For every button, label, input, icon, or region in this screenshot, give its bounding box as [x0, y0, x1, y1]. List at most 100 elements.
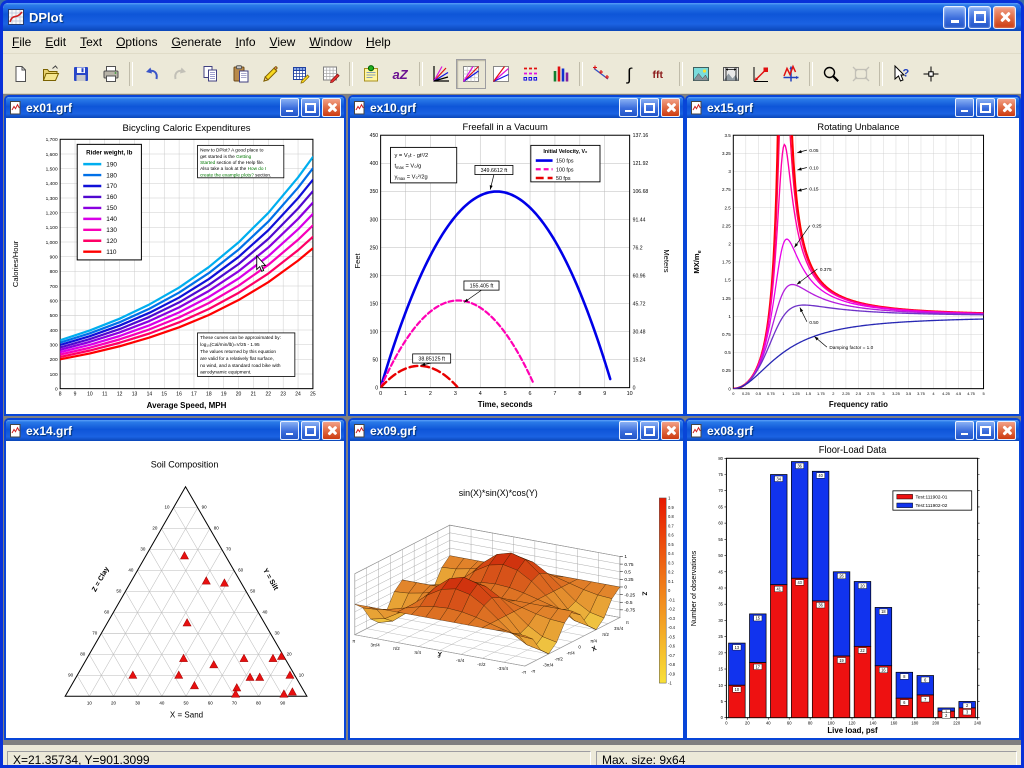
child-titlebar-ex14[interactable]: ex14.grf	[6, 420, 344, 441]
zoom-button[interactable]	[816, 59, 846, 89]
svg-text:120: 120	[849, 720, 857, 725]
text-fonts-button[interactable]: aZ	[386, 59, 416, 89]
child-close-button[interactable]	[997, 98, 1016, 117]
svg-text:3.5: 3.5	[906, 391, 912, 396]
menu-window[interactable]: Window	[302, 32, 359, 52]
ex15-chart[interactable]: Rotating Unbalance 0 0.25 0.5 0.75 1 1.25 1.5 1.…	[687, 118, 1019, 414]
child-maximize-button[interactable]	[976, 98, 995, 117]
menu-text[interactable]: Text	[73, 32, 109, 52]
child-maximize-button[interactable]	[640, 421, 659, 440]
child-maximize-button[interactable]	[976, 421, 995, 440]
image-button[interactable]	[686, 59, 716, 89]
ex10-chart[interactable]: Freefall in a Vacuum0 1 2 3 4 5 6 7 8 9 1005010015…	[350, 118, 683, 414]
context-help-button[interactable]: ?	[886, 59, 916, 89]
svg-text:0.5: 0.5	[624, 569, 631, 575]
child-close-button[interactable]	[997, 421, 1016, 440]
edit-table-button[interactable]	[286, 59, 316, 89]
integral-button[interactable]: ∫	[616, 59, 646, 89]
svg-text:2.75: 2.75	[722, 187, 731, 192]
titlebar[interactable]: DPlot	[3, 3, 1021, 31]
child-titlebar-ex15[interactable]: ex15.grf	[687, 97, 1019, 118]
ex01-chart[interactable]: Bicycling Caloric Expenditures 8 9 10 11 12 13…	[6, 118, 344, 414]
edit-pencil-button[interactable]	[256, 59, 286, 89]
swap-axes-button[interactable]	[776, 59, 806, 89]
svg-text:20: 20	[860, 583, 865, 588]
svg-text:0.75: 0.75	[767, 391, 775, 396]
edit-points-button[interactable]	[746, 59, 776, 89]
svg-text:22: 22	[860, 648, 865, 653]
child-close-button[interactable]	[322, 421, 341, 440]
print-button[interactable]	[96, 59, 126, 89]
child-minimize-button[interactable]	[280, 98, 299, 117]
menu-edit[interactable]: Edit	[38, 32, 73, 52]
curve-points-button[interactable]	[586, 59, 616, 89]
open-file-icon	[42, 64, 60, 81]
fft-button[interactable]: fft	[646, 59, 676, 89]
svg-text:1,400: 1,400	[46, 181, 58, 187]
child-minimize-button[interactable]	[619, 98, 638, 117]
menu-file[interactable]: File	[5, 32, 38, 52]
plot-grid-button[interactable]	[456, 58, 486, 89]
svg-text:2.25: 2.25	[722, 223, 731, 228]
svg-text:-0.5: -0.5	[668, 634, 676, 639]
new-file-button[interactable]	[6, 59, 36, 89]
child-maximize-button[interactable]	[301, 98, 320, 117]
child-titlebar-ex01[interactable]: ex01.grf	[6, 97, 344, 118]
ex14-chart[interactable]: Soil Composition 10 10 10 20 20 20 30 30 30 40 40 40…	[6, 441, 344, 738]
svg-text:10: 10	[299, 672, 304, 677]
child-maximize-button[interactable]	[301, 421, 320, 440]
child-minimize-button[interactable]	[955, 421, 974, 440]
image-measure-button[interactable]	[716, 59, 746, 89]
maximize-button[interactable]	[968, 5, 991, 29]
svg-text:-3π/4: -3π/4	[543, 663, 554, 668]
menu-bar: File Edit Text Options Generate Info View Windo…	[3, 31, 1021, 54]
menu-generate[interactable]: Generate	[164, 32, 228, 52]
note-button[interactable]	[356, 59, 386, 89]
menu-options[interactable]: Options	[109, 32, 164, 52]
plot-linear-button[interactable]	[426, 59, 456, 89]
crosshair-button[interactable]	[916, 59, 946, 89]
status-coordinates: X=21.35734, Y=901.3099	[7, 750, 591, 765]
plot-linear-icon	[433, 65, 449, 82]
svg-text:-3π/4: -3π/4	[497, 666, 508, 671]
svg-text:50: 50	[184, 700, 189, 705]
child-close-button[interactable]	[661, 421, 680, 440]
menu-info[interactable]: Info	[229, 32, 263, 52]
undo-button[interactable]	[136, 59, 166, 89]
plot-bars-button[interactable]	[546, 59, 576, 89]
minimize-icon	[950, 19, 959, 23]
ex08-chart[interactable]: Floor-Load Data 0 5 10 15 20 25 30 35 40 45 50 55 60 6…	[687, 441, 1019, 738]
minimize-button[interactable]	[943, 5, 966, 29]
child-maximize-button[interactable]	[640, 98, 659, 117]
svg-text:4.25: 4.25	[942, 391, 950, 396]
child-close-button[interactable]	[322, 98, 341, 117]
save-file-button[interactable]	[66, 59, 96, 89]
svg-text:200: 200	[370, 273, 379, 279]
svg-text:2.75: 2.75	[867, 391, 875, 396]
close-button[interactable]	[993, 5, 1016, 29]
edit-grid-button[interactable]	[316, 59, 346, 89]
open-file-button[interactable]	[36, 59, 66, 89]
menu-view[interactable]: View	[263, 32, 303, 52]
svg-text:43: 43	[797, 580, 802, 585]
plot-dotted-button[interactable]	[516, 59, 546, 89]
child-minimize-button[interactable]	[955, 98, 974, 117]
ex09-chart[interactable]: sin(X)*sin(X)*cos(Y)10.750.50.250-0.25-0…	[350, 441, 683, 738]
menu-help[interactable]: Help	[359, 32, 398, 52]
minimize-icon	[625, 433, 632, 435]
child-titlebar-ex10[interactable]: ex10.grf	[350, 97, 683, 118]
child-minimize-button[interactable]	[280, 421, 299, 440]
svg-text:80: 80	[808, 720, 813, 725]
svg-text:-π/4: -π/4	[456, 658, 465, 663]
plot-multiple-button[interactable]	[486, 59, 516, 89]
svg-text:π: π	[626, 620, 629, 625]
child-close-button[interactable]	[661, 98, 680, 117]
copy-button[interactable]	[196, 59, 226, 89]
svg-text:30: 30	[135, 700, 140, 705]
child-minimize-button[interactable]	[619, 421, 638, 440]
paste-button[interactable]	[226, 59, 256, 89]
status-max-size: Max. size: 9x64	[596, 750, 1017, 765]
child-titlebar-ex09[interactable]: ex09.grf	[350, 420, 683, 441]
child-titlebar-ex08[interactable]: ex08.grf	[687, 420, 1019, 441]
svg-text:400: 400	[50, 328, 58, 334]
